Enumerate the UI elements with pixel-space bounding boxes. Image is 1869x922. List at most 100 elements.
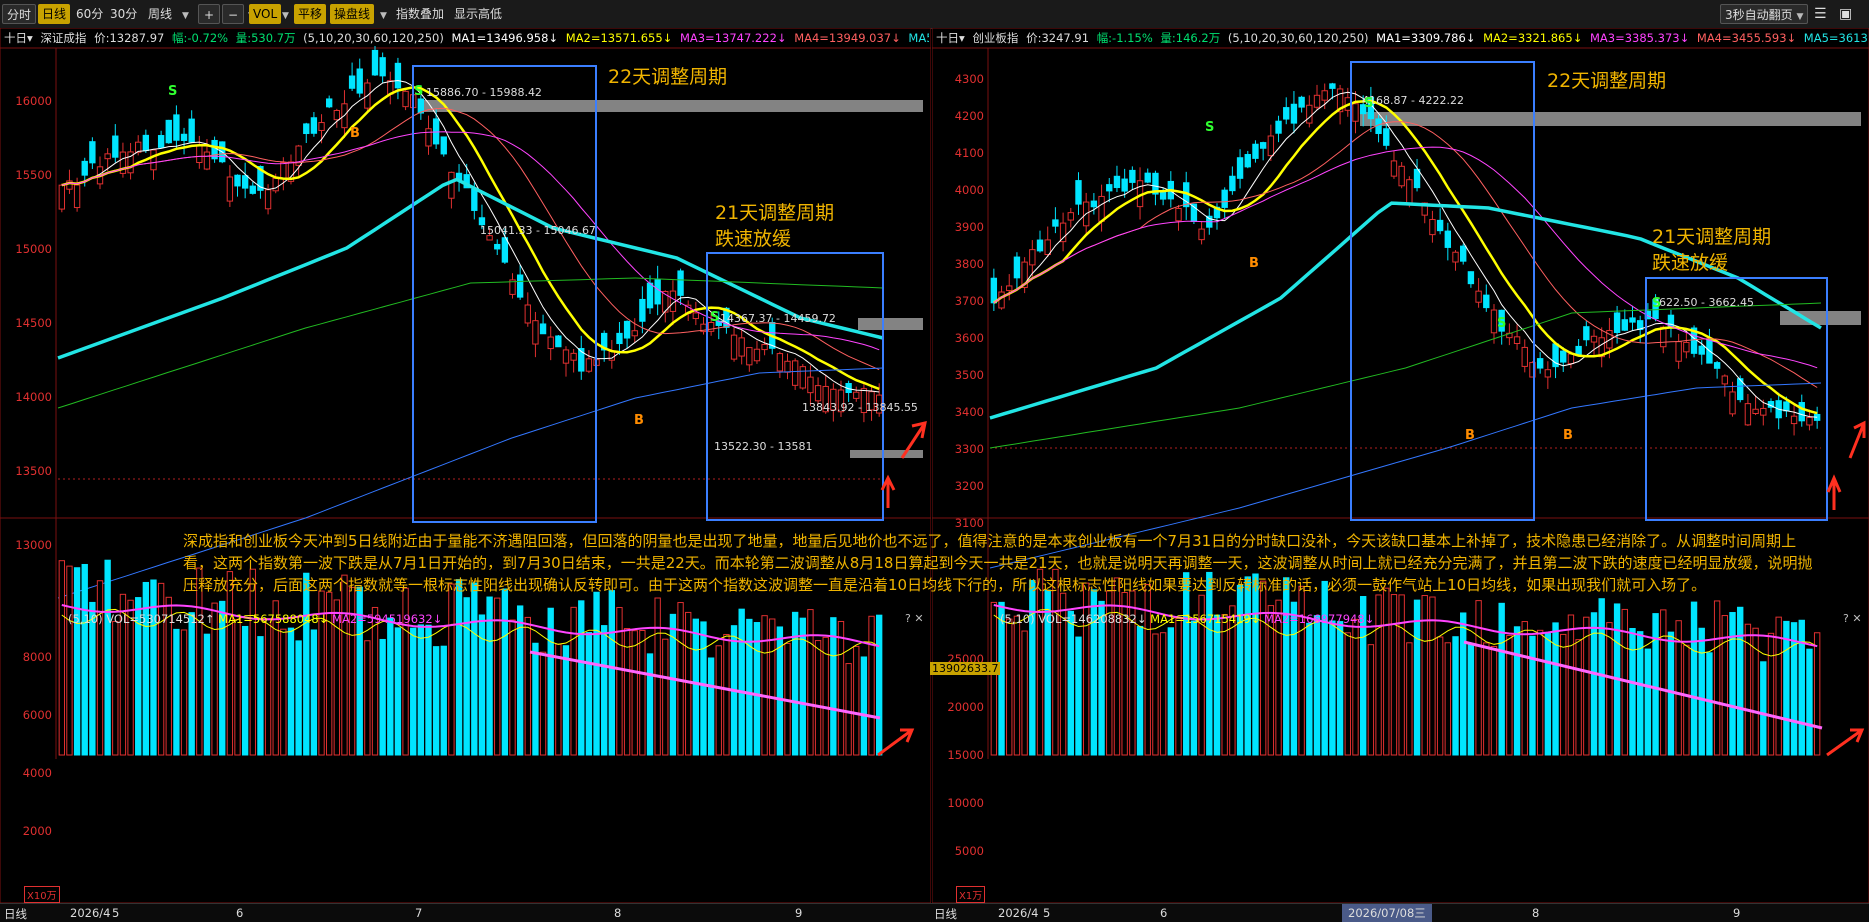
volume-bar [555, 643, 562, 756]
volume-bar [1683, 644, 1690, 756]
left-menu-icon[interactable]: 十日▾ [4, 31, 33, 45]
volume-bar [616, 607, 623, 756]
candle-body [1583, 326, 1590, 341]
candle-body [1467, 271, 1475, 285]
candle-body [1236, 157, 1244, 179]
candle-body [761, 343, 768, 351]
right-gap-label-2: 3622.50 - 3662.45 [1652, 296, 1754, 309]
volume-bar [1660, 609, 1667, 756]
tab-30min[interactable]: 30分 [106, 4, 141, 24]
volume-marker-label: 13902633.7 [930, 662, 1001, 675]
tab-weekly[interactable]: 周线 [144, 4, 176, 24]
volume-bar [501, 588, 509, 756]
y-axis-label: 14000 [15, 390, 52, 404]
volume-bar [1244, 576, 1251, 756]
candle-body [776, 353, 784, 372]
right-buy-signal-1: B [1249, 256, 1259, 271]
trade-line-dropdown-icon[interactable]: ▼ [376, 4, 391, 24]
volume-y-axis-label: 15000 [947, 748, 984, 762]
volume-bar [1313, 615, 1321, 756]
right-sell-signal-4: S [1652, 296, 1662, 311]
volume-bar [1113, 577, 1121, 756]
candle-body [1159, 191, 1167, 200]
candle-body [547, 336, 554, 350]
candle-body [1290, 103, 1298, 124]
volume-bar [1690, 601, 1698, 756]
y-axis-label: 15000 [15, 242, 52, 256]
volume-bar [203, 633, 211, 756]
zoom-in-icon[interactable]: + [198, 4, 220, 24]
candle-body [1098, 195, 1105, 222]
candle-body [1121, 178, 1128, 192]
candle-body [1067, 212, 1074, 221]
volume-bar [303, 572, 310, 756]
candle-body [1444, 230, 1452, 248]
right-annotation-22day: 22天调整周期 [1547, 70, 1667, 92]
candle-body [471, 188, 478, 211]
left-x-label: 8 [614, 906, 622, 920]
candle-body [1567, 353, 1575, 365]
volume-bar [264, 618, 272, 756]
volume-bar [868, 615, 875, 756]
volume-bar [478, 614, 486, 756]
volume-bar [1259, 580, 1267, 756]
candle-body [1536, 358, 1544, 369]
volume-bar [234, 619, 241, 756]
auto-page-select[interactable]: 3秒自动翻页 ▼ [1720, 4, 1809, 24]
candle-body [639, 298, 646, 322]
candle-body [157, 135, 165, 148]
volume-bar [1436, 636, 1444, 756]
volume-bar [585, 632, 593, 756]
candle-body [1390, 160, 1398, 177]
right-menu-icon[interactable]: 十日▾ [936, 31, 965, 45]
volume-bar [1636, 631, 1644, 756]
volume-bar [608, 590, 615, 756]
tab-daily[interactable]: 日线 [38, 4, 71, 24]
candle-body [1490, 309, 1498, 334]
volume-bar [990, 601, 998, 756]
trade-line-button[interactable]: 操盘线 [330, 4, 375, 24]
candle-body [1544, 369, 1552, 378]
candle-body [1029, 249, 1036, 266]
left-ma2: MA2=13571.655↓ [565, 31, 673, 45]
vol-button[interactable]: VOL [249, 4, 282, 24]
candle-body [1744, 403, 1752, 426]
show-high-low-button[interactable]: 显示高低 [450, 4, 506, 24]
index-overlay-button[interactable]: 指数叠加 [392, 4, 448, 24]
candle-body [1267, 135, 1275, 157]
candle-body [1590, 335, 1598, 343]
vol-dropdown-icon[interactable]: ▼ [278, 4, 293, 24]
left-vol-close-icon[interactable]: ? ✕ [905, 612, 924, 625]
candle-body [1613, 312, 1621, 334]
candle-body [1513, 336, 1521, 345]
volume-bar [287, 627, 295, 756]
volume-bar [1552, 622, 1559, 756]
volume-bar [364, 640, 371, 756]
candle-body [150, 149, 157, 171]
right-vol-close-icon[interactable]: ? ✕ [1843, 612, 1862, 625]
pan-button[interactable]: 平移 [294, 4, 327, 24]
volume-bar [639, 629, 646, 756]
candle-body [241, 175, 249, 189]
commentary-text: 深成指和创业板今天冲到5日线附近由于量能不济遇阻回落，但回落的阴量也是出现了地量… [183, 532, 1813, 594]
tab-60min[interactable]: 60分 [72, 4, 107, 24]
candle-body [310, 117, 318, 134]
candle-body [1044, 239, 1051, 256]
volume-bar [1375, 594, 1382, 756]
volume-bar [1421, 595, 1428, 756]
volume-bar [1698, 627, 1705, 756]
tab-intraday[interactable]: 分时 [2, 4, 37, 24]
candle-body [432, 118, 440, 145]
period-dropdown-icon[interactable]: ▼ [178, 4, 193, 24]
right-ma1: MA1=3309.786↓ [1376, 31, 1476, 45]
zoom-out-icon[interactable]: − [222, 4, 244, 24]
candle-body [371, 49, 379, 76]
list-icon[interactable]: ☰ [1810, 4, 1831, 24]
volume-y-axis-label: 4000 [22, 766, 52, 780]
candle-body [1729, 391, 1736, 415]
volume-bar [1167, 627, 1175, 756]
volume-bar [761, 615, 768, 756]
candle-body [1790, 415, 1798, 425]
layout-icon[interactable]: ▣ [1835, 4, 1856, 24]
right-index-name: 创业板指 [972, 31, 1019, 45]
